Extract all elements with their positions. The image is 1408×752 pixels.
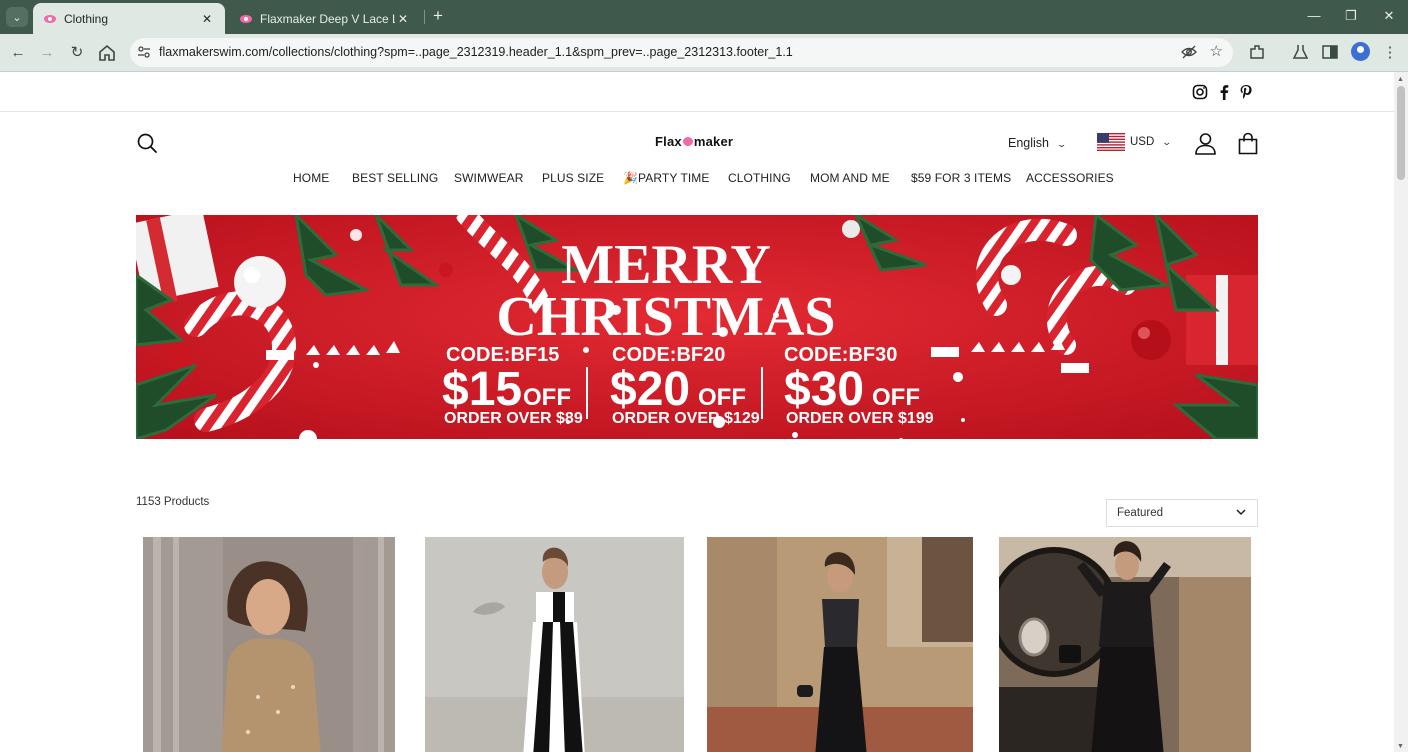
home-icon[interactable] bbox=[97, 43, 117, 63]
close-window-icon[interactable]: ✕ bbox=[1375, 6, 1403, 26]
tab-close-icon[interactable]: ✕ bbox=[395, 12, 411, 26]
browser-menu-icon[interactable]: ⋮ bbox=[1379, 42, 1401, 64]
sort-label: Featured bbox=[1117, 507, 1164, 519]
nav-clothing[interactable]: CLOTHING bbox=[728, 171, 791, 185]
offer-1-condition: ORDER OVER $89 bbox=[444, 410, 583, 427]
site-favicon-icon bbox=[44, 14, 56, 23]
tab-search-button[interactable]: ⌄ bbox=[6, 7, 28, 27]
cart-bag-icon[interactable] bbox=[1237, 132, 1259, 155]
nav-best-selling[interactable]: BEST SELLING bbox=[352, 171, 438, 185]
nav-accessories[interactable]: ACCESSORIES bbox=[1026, 171, 1114, 185]
chevron-down-icon bbox=[1236, 509, 1246, 516]
reload-icon[interactable]: ↻ bbox=[66, 42, 88, 64]
url-text: flaxmakerswim.com/collections/clothing?s… bbox=[159, 45, 793, 59]
currency-selector[interactable]: USD ⌄ bbox=[1130, 136, 1173, 148]
profile-avatar-icon[interactable] bbox=[1351, 42, 1370, 61]
tab-title: Flaxmaker Deep V Lace Long Sle... bbox=[260, 11, 395, 26]
scrollbar-thumb[interactable] bbox=[1397, 86, 1405, 180]
language-selector[interactable]: English ⌄ bbox=[1008, 136, 1068, 150]
nav-59-for-3-items[interactable]: $59 FOR 3 ITEMS bbox=[911, 171, 1011, 185]
nav-home[interactable]: HOME bbox=[293, 171, 329, 185]
christmas-promo-banner[interactable]: MERRY CHRISTMAS CODE:BF15 $15 OFF ORDER … bbox=[136, 215, 1258, 439]
scroll-down-icon[interactable]: ▼ bbox=[1397, 743, 1404, 750]
product-count: 1153 Products bbox=[136, 496, 210, 508]
tracking-protection-icon[interactable] bbox=[1181, 44, 1197, 60]
address-bar[interactable]: flaxmakerswim.com/collections/clothing?s… bbox=[130, 38, 1233, 67]
pinterest-icon[interactable] bbox=[1238, 84, 1254, 100]
product-card-image[interactable] bbox=[707, 537, 973, 752]
tab-separator bbox=[424, 10, 425, 24]
scroll-up-icon[interactable]: ▲ bbox=[1397, 76, 1404, 83]
offer-2-condition: ORDER OVER $129 bbox=[612, 410, 760, 427]
minimize-icon[interactable]: — bbox=[1300, 6, 1328, 26]
offer-1-amount: $15 bbox=[442, 363, 522, 416]
currency-label: USD bbox=[1130, 136, 1155, 148]
offer-2-amount: $20 bbox=[610, 363, 690, 416]
logo-mark-icon bbox=[682, 137, 693, 146]
search-icon[interactable] bbox=[136, 132, 158, 154]
offer-1-suffix: OFF bbox=[523, 384, 571, 411]
chevron-down-icon: ⌄ bbox=[1056, 139, 1068, 149]
chevron-down-icon: ⌄ bbox=[1161, 137, 1173, 147]
site-info-icon[interactable] bbox=[137, 45, 151, 59]
offer-3-amount: $30 bbox=[784, 363, 864, 416]
side-panel-icon[interactable] bbox=[1321, 43, 1339, 61]
language-label: English bbox=[1008, 136, 1049, 150]
logo-text-left: Flax bbox=[655, 134, 682, 149]
browser-toolbar: ← → ↻ flaxmakerswim.com/collections/clot… bbox=[0, 34, 1408, 72]
tab-clothing[interactable]: Clothing ✕ bbox=[33, 3, 225, 34]
banner-line-christmas: CHRISTMAS bbox=[496, 286, 835, 348]
instagram-icon[interactable] bbox=[1192, 84, 1208, 100]
tab-title: Clothing bbox=[64, 11, 109, 26]
site-favicon-icon bbox=[240, 14, 252, 23]
bookmark-star-icon[interactable]: ☆ bbox=[1210, 42, 1223, 62]
forward-icon[interactable]: → bbox=[36, 42, 58, 64]
nav-plus-size[interactable]: PLUS SIZE bbox=[542, 171, 604, 185]
browser-tab-bar: ⌄ Clothing ✕ Flaxmaker Deep V Lace Long … bbox=[0, 0, 1408, 34]
account-icon[interactable] bbox=[1194, 132, 1217, 155]
back-icon[interactable]: ← bbox=[7, 42, 29, 64]
labs-icon[interactable] bbox=[1292, 43, 1309, 61]
product-card-image[interactable] bbox=[999, 537, 1251, 752]
product-card-image[interactable] bbox=[425, 537, 684, 752]
page-scrollbar[interactable]: ▲ ▼ bbox=[1394, 72, 1408, 752]
logo-text-right: maker bbox=[693, 134, 734, 149]
product-card-image[interactable] bbox=[143, 537, 395, 752]
nav-party-time[interactable]: 🎉PARTY TIME bbox=[623, 171, 710, 185]
nav-mom-and-me[interactable]: MOM AND ME bbox=[810, 171, 890, 185]
nav-swimwear[interactable]: SWIMWEAR bbox=[454, 171, 523, 185]
tab-product[interactable]: Flaxmaker Deep V Lace Long Sle... ✕ bbox=[229, 3, 421, 34]
us-flag-icon[interactable] bbox=[1097, 133, 1125, 151]
restore-icon[interactable]: ❐ bbox=[1337, 6, 1365, 26]
tab-close-icon[interactable]: ✕ bbox=[199, 12, 215, 26]
new-tab-button[interactable]: + bbox=[428, 6, 448, 26]
offer-3-condition: ORDER OVER $199 bbox=[786, 410, 934, 427]
extensions-icon[interactable] bbox=[1248, 43, 1266, 61]
facebook-icon[interactable] bbox=[1216, 84, 1232, 100]
site-logo[interactable]: Flax maker bbox=[655, 134, 733, 149]
web-page: Flax maker English ⌄ USD ⌄ HOME BEST SELLIN… bbox=[0, 72, 1394, 752]
offer-2-suffix: OFF bbox=[698, 384, 746, 411]
sort-select[interactable]: Featured bbox=[1106, 499, 1258, 527]
announcement-bar bbox=[0, 72, 1394, 112]
offer-3-suffix: OFF bbox=[872, 384, 920, 411]
